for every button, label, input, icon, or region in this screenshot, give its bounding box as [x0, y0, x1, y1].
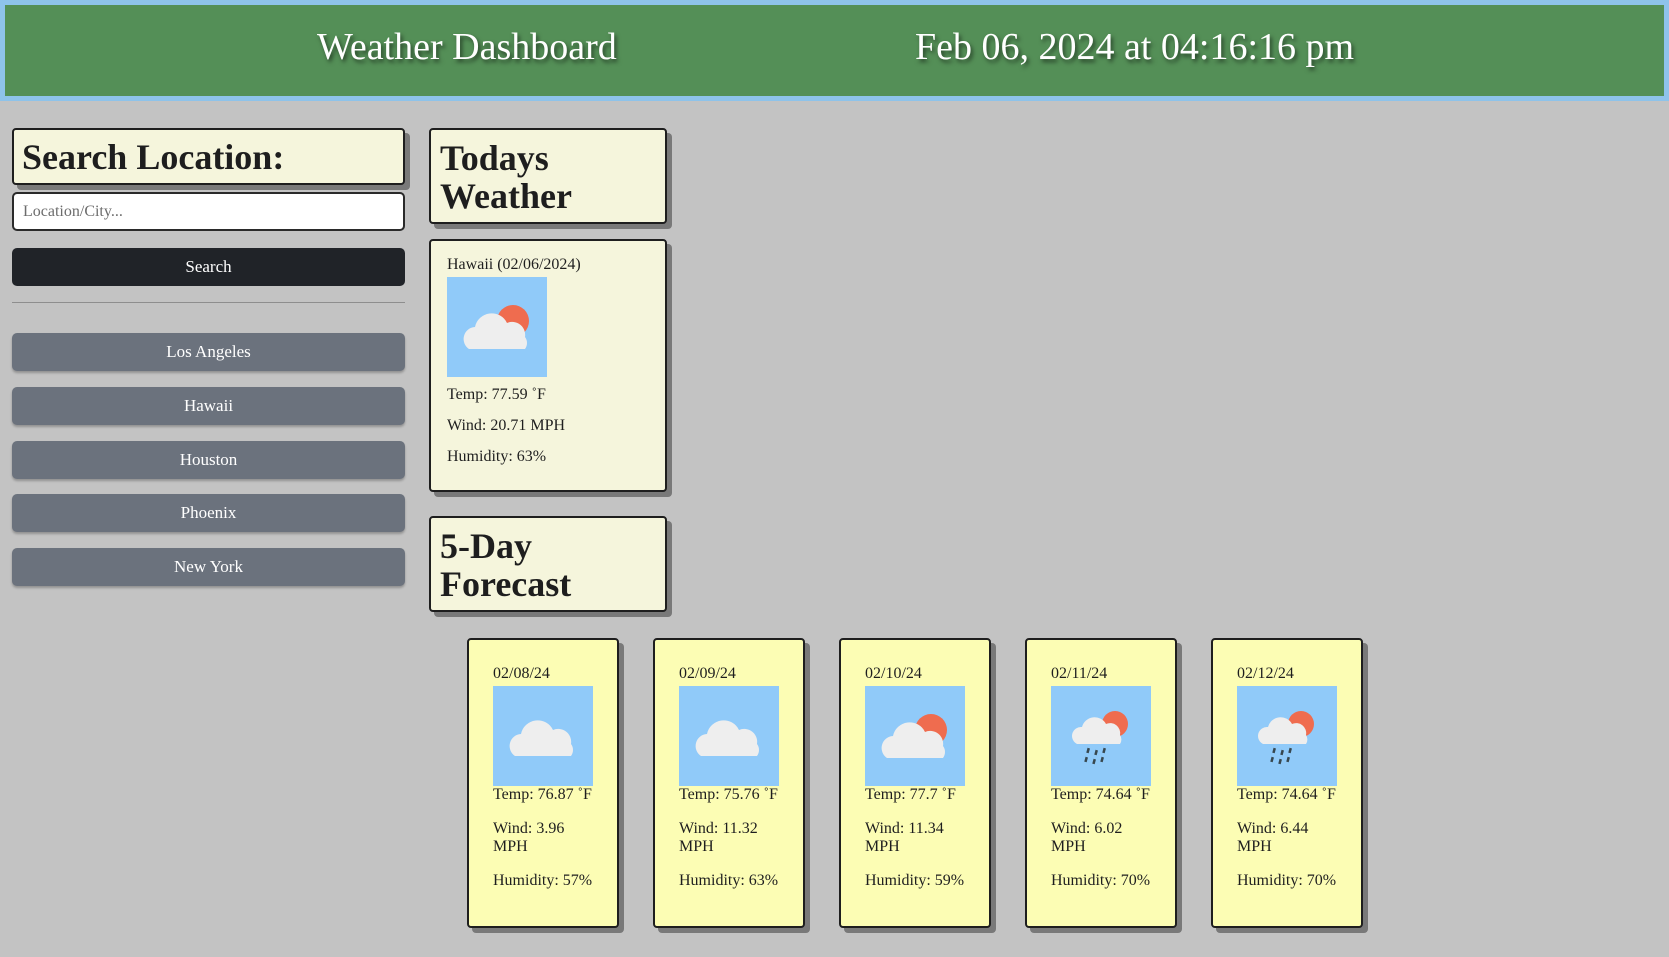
forecast-temp: Temp: 74.64 ˚F	[1237, 786, 1336, 803]
forecast-date: 02/11/24	[1051, 665, 1108, 682]
search-button[interactable]: Search	[12, 248, 405, 286]
rain-sun-icon	[1051, 686, 1151, 786]
sidebar-divider	[12, 302, 405, 303]
partly-cloudy-icon	[865, 686, 965, 786]
forecast-heading: 5-Day Forecast	[440, 526, 572, 604]
search-heading: Search Location:	[22, 137, 285, 177]
forecast-temp: Temp: 74.64 ˚F	[1051, 786, 1150, 803]
current-datetime: Feb 06, 2024 at 04:16:16 pm	[915, 26, 1355, 68]
history-button-houston[interactable]: Houston	[12, 441, 405, 479]
forecast-date: 02/08/24	[493, 665, 550, 682]
history-button-los-angeles[interactable]: Los Angeles	[12, 333, 405, 371]
forecast-temp: Temp: 77.7 ˚F	[865, 786, 956, 803]
forecast-wind: Wind: 6.44 MPH	[1237, 820, 1309, 855]
today-temp: Temp: 77.59 ˚F	[447, 386, 546, 403]
today-heading-panel: Todays Weather	[429, 128, 667, 224]
today-humidity: Humidity: 63%	[447, 448, 547, 465]
forecast-wind: Wind: 6.02 MPH	[1051, 820, 1123, 855]
forecast-wind: Wind: 3.96 MPH	[493, 820, 565, 855]
forecast-temp: Temp: 76.87 ˚F	[493, 786, 592, 803]
forecast-humidity: Humidity: 63%	[679, 872, 779, 889]
history-button-phoenix[interactable]: Phoenix	[12, 494, 405, 532]
forecast-card: 02/08/24 Temp: 76.87 ˚F Wind: 3.96 MPH H…	[467, 638, 619, 928]
today-wind: Wind: 20.71 MPH	[447, 417, 566, 434]
cloud-icon	[679, 686, 779, 786]
forecast-temp: Temp: 75.76 ˚F	[679, 786, 778, 803]
app-title: Weather Dashboard	[317, 26, 617, 68]
forecast-wind: Wind: 11.34 MPH	[865, 820, 944, 855]
forecast-heading-panel: 5-Day Forecast	[429, 516, 667, 612]
search-heading-panel: Search Location:	[12, 128, 405, 185]
forecast-card: 02/09/24 Temp: 75.76 ˚F Wind: 11.32 MPH …	[653, 638, 805, 928]
forecast-card: 02/12/24 Temp: 74.64 ˚F Wind: 6.44 MPH H…	[1211, 638, 1363, 928]
today-weather-card: Hawaii (02/06/2024) Temp: 77.59 ˚F Wind:…	[429, 239, 667, 492]
header-bar: Weather Dashboard Feb 06, 2024 at 04:16:…	[0, 0, 1669, 101]
forecast-humidity: Humidity: 70%	[1051, 872, 1151, 889]
forecast-card: 02/10/24 Temp: 77.7 ˚F Wind: 11.34 MPH H…	[839, 638, 991, 928]
forecast-humidity: Humidity: 70%	[1237, 872, 1337, 889]
partly-cloudy-icon	[447, 277, 547, 377]
rain-sun-icon	[1237, 686, 1337, 786]
forecast-wind: Wind: 11.32 MPH	[679, 820, 758, 855]
search-input[interactable]	[12, 192, 405, 231]
history-button-hawaii[interactable]: Hawaii	[12, 387, 405, 425]
forecast-date: 02/10/24	[865, 665, 922, 682]
forecast-date: 02/09/24	[679, 665, 736, 682]
forecast-humidity: Humidity: 57%	[493, 872, 593, 889]
history-button-new-york[interactable]: New York	[12, 548, 405, 586]
forecast-card: 02/11/24 Temp: 74.64 ˚F Wind: 6.02 MPH H…	[1025, 638, 1177, 928]
today-heading: Todays Weather	[440, 138, 572, 216]
cloud-icon	[493, 686, 593, 786]
forecast-humidity: Humidity: 59%	[865, 872, 965, 889]
today-location: Hawaii (02/06/2024)	[447, 256, 581, 273]
forecast-date: 02/12/24	[1237, 665, 1294, 682]
